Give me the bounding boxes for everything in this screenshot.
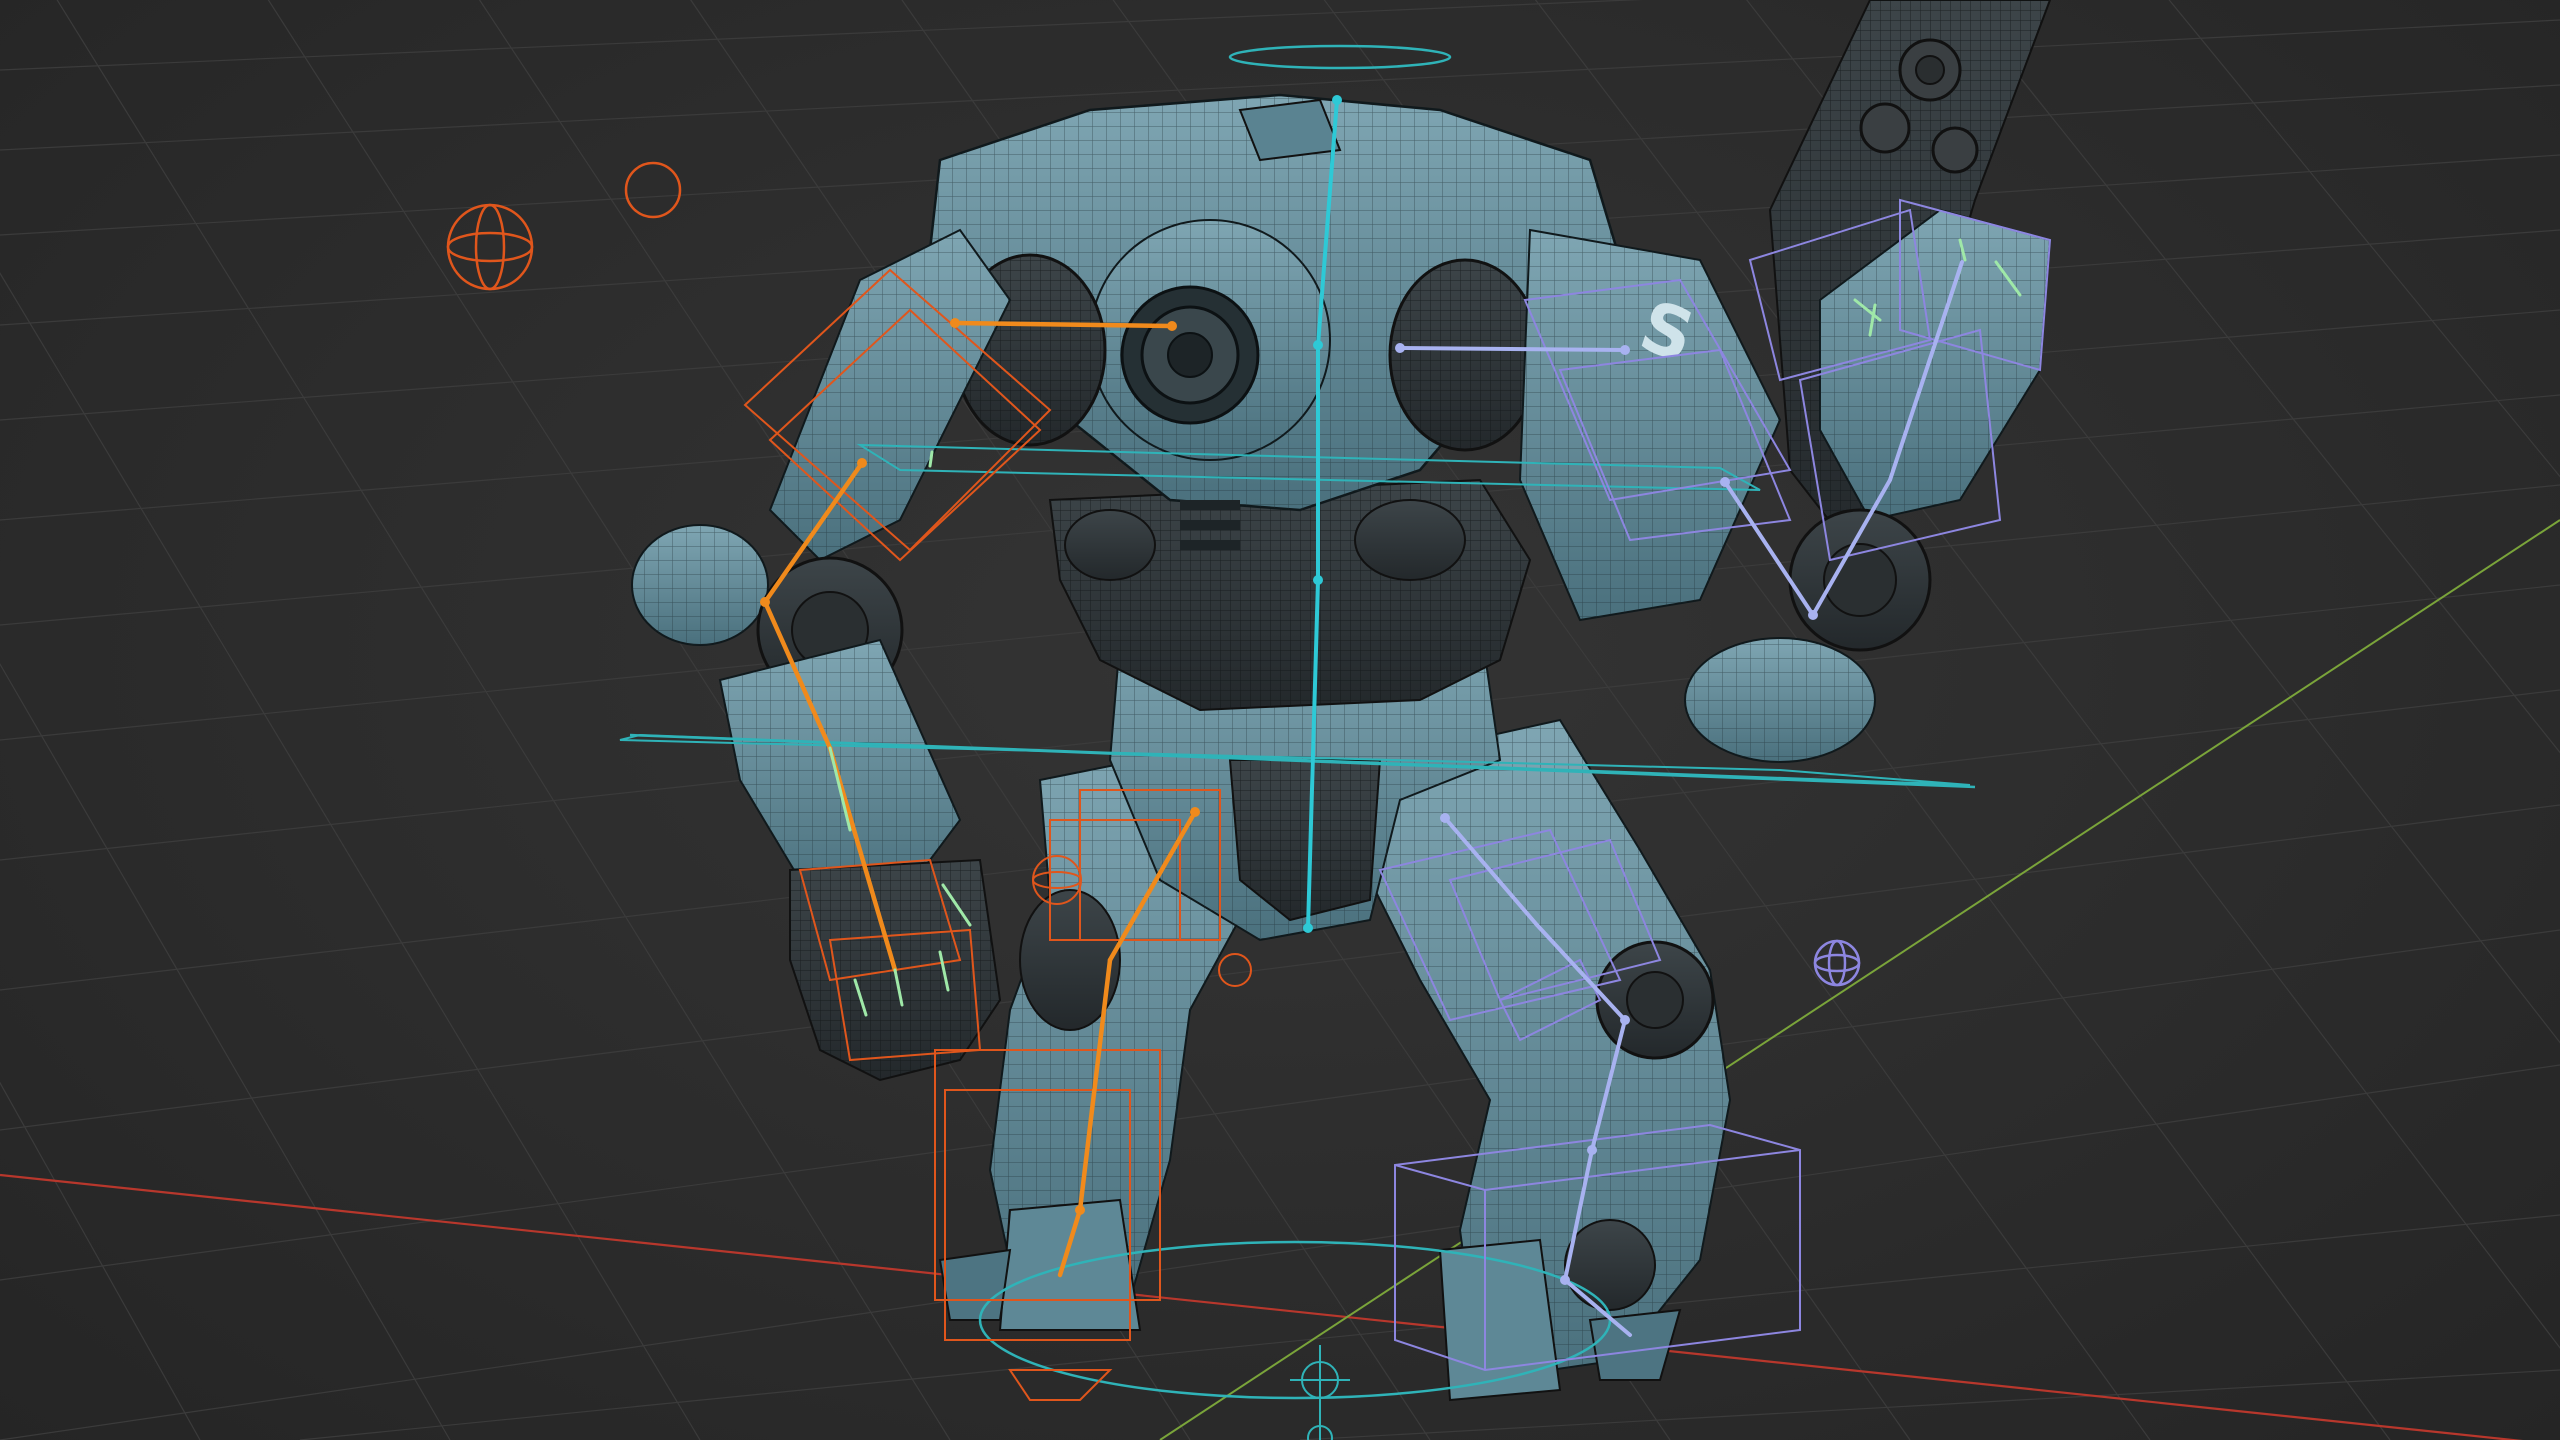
sphere-control-icon[interactable] bbox=[1813, 939, 1861, 987]
sphere-control-icon[interactable] bbox=[446, 203, 534, 291]
3d-viewport[interactable]: S bbox=[0, 0, 2560, 1440]
root-control-icon[interactable] bbox=[1290, 1345, 1350, 1440]
robot-mesh[interactable]: S bbox=[631, 0, 2052, 1402]
head-control-circle[interactable] bbox=[1228, 44, 1452, 70]
torso-mesh[interactable] bbox=[928, 93, 1622, 712]
circle-control-icon[interactable] bbox=[624, 161, 682, 219]
left-arm-mesh[interactable] bbox=[631, 228, 1012, 1082]
right-leg-mesh[interactable] bbox=[1368, 718, 1732, 1402]
viewport-scene[interactable]: S bbox=[0, 0, 2560, 1440]
x-axis-line bbox=[0, 1173, 2524, 1440]
